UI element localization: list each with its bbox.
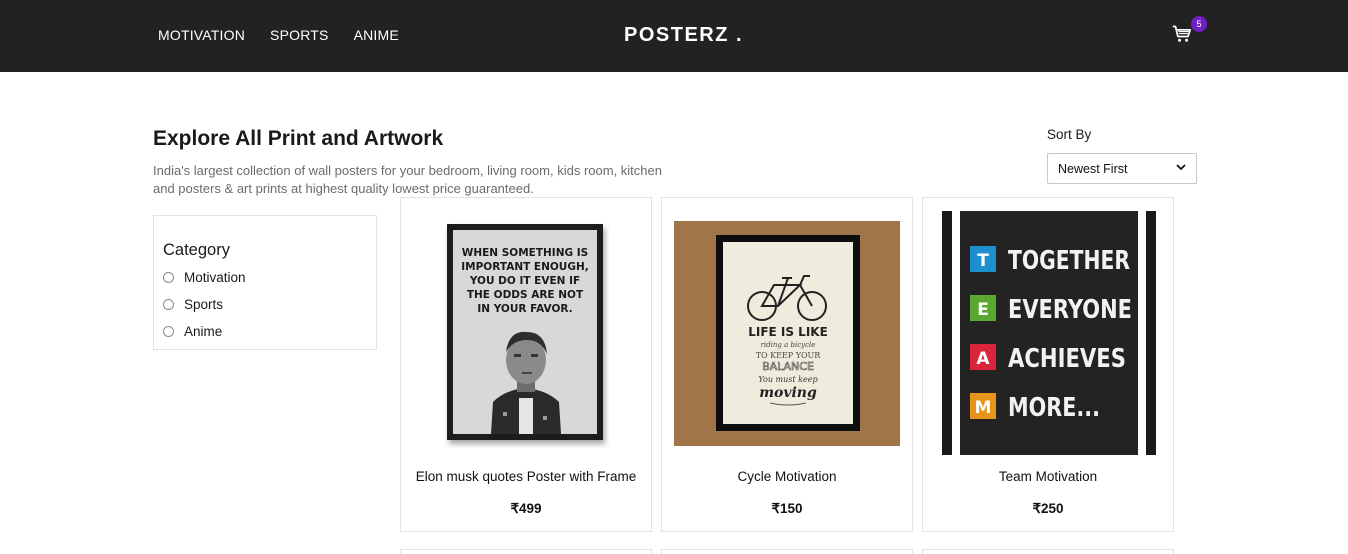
site-logo[interactable]: POSTERZ .: [624, 24, 743, 47]
poster-line: LIFE IS LIKE: [748, 325, 828, 339]
product-card-partial[interactable]: [661, 549, 913, 554]
poster-line: IMPORTANT ENOUGH,: [461, 261, 588, 273]
filter-option-label: Anime: [184, 324, 223, 339]
nav-link-anime[interactable]: ANIME: [354, 27, 399, 43]
sort-label: Sort By: [1047, 127, 1092, 142]
nav-link-sports[interactable]: SPORTS: [270, 27, 329, 43]
cart-icon: [1172, 25, 1191, 42]
poster-line: riding a bicycle: [761, 341, 816, 349]
cart-count-badge: 5: [1191, 16, 1207, 32]
top-navbar: MOTIVATION SPORTS ANIME POSTERZ . 5: [0, 0, 1348, 72]
page-title: Explore All Print and Artwork: [153, 127, 444, 150]
chevron-down-icon: [1176, 163, 1186, 174]
category-filter: Category Motivation Sports Anime: [153, 215, 377, 350]
radio-button[interactable]: [163, 299, 174, 310]
poster-line: EVERYONE: [1008, 295, 1132, 325]
product-card[interactable]: WHEN SOMETHING IS IMPORTANT ENOUGH, YOU …: [400, 197, 652, 532]
team-letter-t: T: [977, 251, 989, 271]
filter-option-motivation[interactable]: Motivation: [163, 270, 246, 285]
poster-line: IN YOUR FAVOR.: [477, 303, 572, 315]
product-card-partial[interactable]: [922, 549, 1174, 554]
poster-line: THE ODDS ARE NOT: [467, 289, 584, 301]
page-description: India's largest collection of wall poste…: [153, 163, 662, 196]
product-price: ₹250: [1032, 501, 1064, 516]
poster-line: WHEN SOMETHING IS: [462, 247, 588, 259]
product-image: WHEN SOMETHING IS IMPORTANT ENOUGH, YOU …: [447, 224, 603, 440]
radio-button[interactable]: [163, 326, 174, 337]
poster-line: MORE...: [1008, 393, 1100, 423]
product-card[interactable]: T TOGETHER E EVERYONE A ACHIEVES M MORE.…: [922, 197, 1174, 532]
product-image: T TOGETHER E EVERYONE A ACHIEVES M MORE.…: [939, 211, 1159, 455]
team-letter-a: A: [976, 349, 990, 369]
nav-link-motivation[interactable]: MOTIVATION: [158, 27, 245, 43]
radio-button[interactable]: [163, 272, 174, 283]
product-name[interactable]: Team Motivation: [923, 469, 1173, 484]
product-card-partial[interactable]: [400, 549, 652, 554]
product-name[interactable]: Cycle Motivation: [662, 469, 912, 484]
sort-selected-value: Newest First: [1058, 161, 1128, 176]
cart-button[interactable]: [1172, 24, 1194, 46]
team-letter-m: M: [975, 398, 992, 418]
filter-option-anime[interactable]: Anime: [163, 324, 222, 339]
poster-line: YOU DO IT EVEN IF: [469, 275, 580, 287]
product-image: LIFE IS LIKE riding a bicycle TO KEEP YO…: [674, 221, 900, 446]
filter-option-label: Motivation: [184, 270, 246, 285]
team-letter-e: E: [977, 300, 989, 320]
filter-title: Category: [163, 241, 230, 259]
filter-option-label: Sports: [184, 297, 224, 312]
poster-line: TOGETHER: [1008, 246, 1130, 276]
poster-line: ACHIEVES: [1008, 344, 1126, 374]
nav-links: MOTIVATION SPORTS ANIME: [158, 27, 399, 43]
poster-line: BALANCE: [762, 360, 814, 373]
product-price: ₹150: [771, 501, 803, 516]
sort-select[interactable]: Newest First: [1047, 153, 1197, 184]
filter-option-sports[interactable]: Sports: [163, 297, 223, 312]
product-name[interactable]: Elon musk quotes Poster with Frame: [401, 469, 651, 484]
product-price: ₹499: [510, 501, 542, 516]
product-card[interactable]: LIFE IS LIKE riding a bicycle TO KEEP YO…: [661, 197, 913, 532]
poster-line: moving: [759, 385, 817, 401]
poster-line: TO KEEP YOUR: [756, 351, 822, 360]
poster-line: You must keep: [758, 375, 817, 384]
